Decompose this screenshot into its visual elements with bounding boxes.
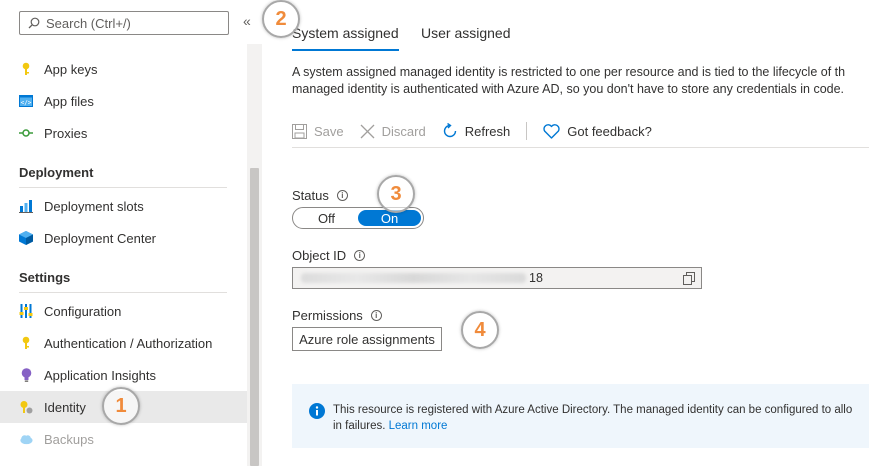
- sidebar-item-proxies[interactable]: Proxies: [0, 117, 247, 149]
- object-id-suffix: 18: [529, 271, 543, 285]
- info-icon[interactable]: i: [354, 250, 366, 261]
- tab-user-assigned[interactable]: User assigned: [421, 25, 511, 49]
- object-id-label: Object ID: [292, 248, 347, 263]
- status-off-option[interactable]: Off: [295, 210, 358, 226]
- status-label-row: Status i: [292, 188, 348, 203]
- feedback-label: Got feedback?: [567, 123, 652, 139]
- sidebar-item-label: Identity: [44, 399, 86, 415]
- search-input[interactable]: Search (Ctrl+/): [19, 11, 229, 35]
- learn-more-link[interactable]: Learn more: [389, 420, 448, 432]
- object-id-field[interactable]: 18: [292, 267, 702, 289]
- banner-line-2: in failures. Learn more: [333, 418, 852, 434]
- heart-icon: [543, 123, 560, 139]
- sidebar-item-authentication-authorization[interactable]: Authentication / Authorization: [0, 327, 247, 359]
- save-label: Save: [314, 123, 344, 139]
- copy-icon[interactable]: [683, 272, 695, 285]
- sidebar-item-label: App files: [44, 93, 94, 109]
- refresh-label: Refresh: [464, 123, 511, 139]
- sidebar-item-label: Backups: [44, 431, 94, 447]
- sidebar-scrollbar-thumb[interactable]: [250, 168, 259, 466]
- code-file-icon: </>: [19, 94, 33, 108]
- step-badge-2: 2: [262, 0, 300, 38]
- tab-system-assigned[interactable]: System assigned: [292, 25, 399, 51]
- banner-text: This resource is registered with Azure A…: [333, 402, 852, 434]
- group-heading-deployment: Deployment: [19, 165, 94, 180]
- discard-button[interactable]: Discard: [360, 124, 426, 139]
- step-badge-4: 4: [461, 311, 499, 349]
- step-badge-3: 3: [377, 175, 415, 213]
- banner-line: This resource is registered with Azure A…: [333, 404, 853, 416]
- close-icon: [360, 124, 375, 138]
- sidebar-item-label: Deployment slots: [44, 198, 144, 214]
- save-button[interactable]: Save: [292, 123, 344, 139]
- identity-main-panel: System assigned User assigned A system a…: [262, 0, 869, 466]
- step-badge-1: 1: [102, 387, 140, 425]
- description-text: A system assigned managed identity is re…: [292, 64, 869, 98]
- group-divider: [19, 292, 227, 293]
- info-icon[interactable]: i: [336, 190, 348, 201]
- key-icon: [19, 62, 33, 76]
- identity-key-icon: [19, 400, 33, 414]
- sidebar-item-label: App keys: [44, 61, 98, 77]
- sidebar-item-label: Application Insights: [44, 367, 157, 383]
- feedback-button[interactable]: Got feedback?: [543, 124, 652, 139]
- deployment-slots-icon: [19, 199, 33, 213]
- sidebar-item-backups[interactable]: Backups: [0, 423, 247, 455]
- sidebar-item-deployment-slots[interactable]: Deployment slots: [0, 190, 247, 222]
- sidebar-item-label: Configuration: [44, 303, 122, 319]
- description-line: managed identity is authenticated with A…: [292, 82, 845, 96]
- sliders-icon: [19, 304, 33, 318]
- description-line: A system assigned managed identity is re…: [292, 65, 846, 79]
- sidebar-item-label: Deployment Center: [44, 230, 156, 246]
- cube-icon: [19, 231, 33, 245]
- group-heading-settings: Settings: [19, 270, 71, 285]
- redacted-value: [301, 273, 526, 283]
- permissions-label-row: Permissions i: [292, 308, 382, 323]
- save-icon: [292, 123, 307, 139]
- info-icon[interactable]: i: [370, 310, 382, 321]
- sidebar-item-label: Authentication / Authorization: [44, 335, 213, 351]
- sidebar-item-configuration[interactable]: Configuration: [0, 295, 247, 327]
- refresh-icon: [443, 123, 456, 138]
- status-label: Status: [292, 188, 329, 203]
- sidebar-item-app-keys[interactable]: App keys: [0, 53, 247, 85]
- info-banner: This resource is registered with Azure A…: [292, 384, 869, 448]
- object-id-label-row: Object ID i: [292, 248, 366, 263]
- permissions-label: Permissions: [292, 308, 363, 323]
- azure-role-assignments-button[interactable]: Azure role assignments: [292, 327, 442, 351]
- discard-label: Discard: [381, 123, 426, 139]
- toolbar-separator: [526, 122, 528, 140]
- svg-text:</>: </>: [21, 100, 32, 107]
- info-circle-icon: [309, 403, 325, 419]
- sidebar-item-label: Proxies: [44, 125, 88, 141]
- command-bar: Save Discard Refresh Got feedback?: [292, 120, 668, 142]
- toolbar-divider: [292, 147, 869, 148]
- collapse-menu-button[interactable]: «: [243, 13, 251, 29]
- proxy-icon: [19, 126, 33, 140]
- sidebar-item-app-files[interactable]: </> App files: [0, 85, 247, 117]
- search-icon: [28, 17, 40, 29]
- search-placeholder: Search (Ctrl+/): [46, 15, 131, 31]
- status-on-option[interactable]: On: [358, 210, 421, 226]
- sidebar-item-deployment-center[interactable]: Deployment Center: [0, 222, 247, 254]
- banner-line-text: in failures.: [333, 420, 386, 432]
- cloud-icon: [19, 432, 33, 446]
- key-icon: [19, 336, 33, 350]
- group-divider: [19, 187, 227, 188]
- lightbulb-icon: [19, 368, 33, 382]
- refresh-button[interactable]: Refresh: [442, 123, 511, 139]
